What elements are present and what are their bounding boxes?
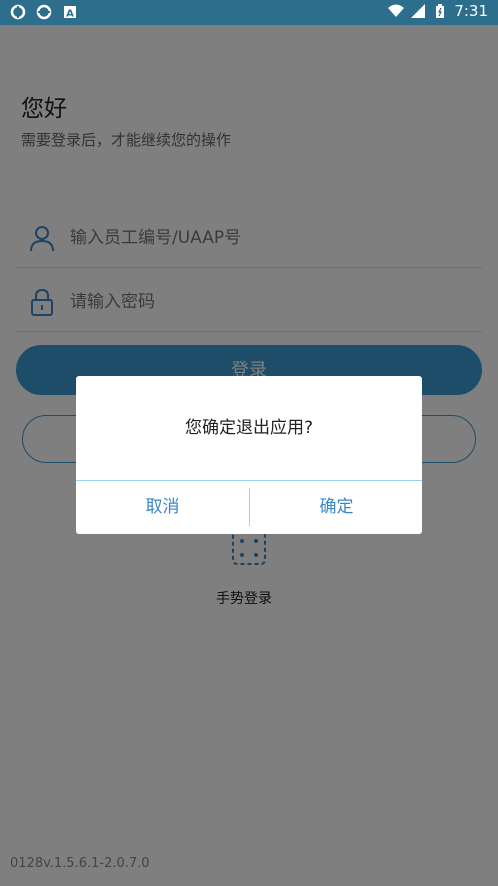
status-bar: A 7:31 — [0, 0, 498, 25]
exit-confirm-dialog: 您确定退出应用? 取消 确定 — [76, 376, 422, 534]
sync-icon — [36, 4, 52, 20]
status-time: 7:31 — [454, 2, 488, 20]
battery-icon — [436, 4, 445, 18]
svg-text:A: A — [66, 9, 74, 20]
signal-icon — [411, 4, 426, 18]
status-right-icons: 7:31 — [388, 2, 488, 20]
cancel-button[interactable]: 取消 — [76, 481, 249, 534]
sync-icon — [10, 4, 26, 20]
status-left-icons: A — [10, 4, 78, 20]
wifi-icon — [388, 4, 405, 17]
confirm-button[interactable]: 确定 — [250, 481, 423, 534]
a-icon: A — [64, 6, 76, 20]
dialog-message: 您确定退出应用? — [184, 418, 314, 438]
